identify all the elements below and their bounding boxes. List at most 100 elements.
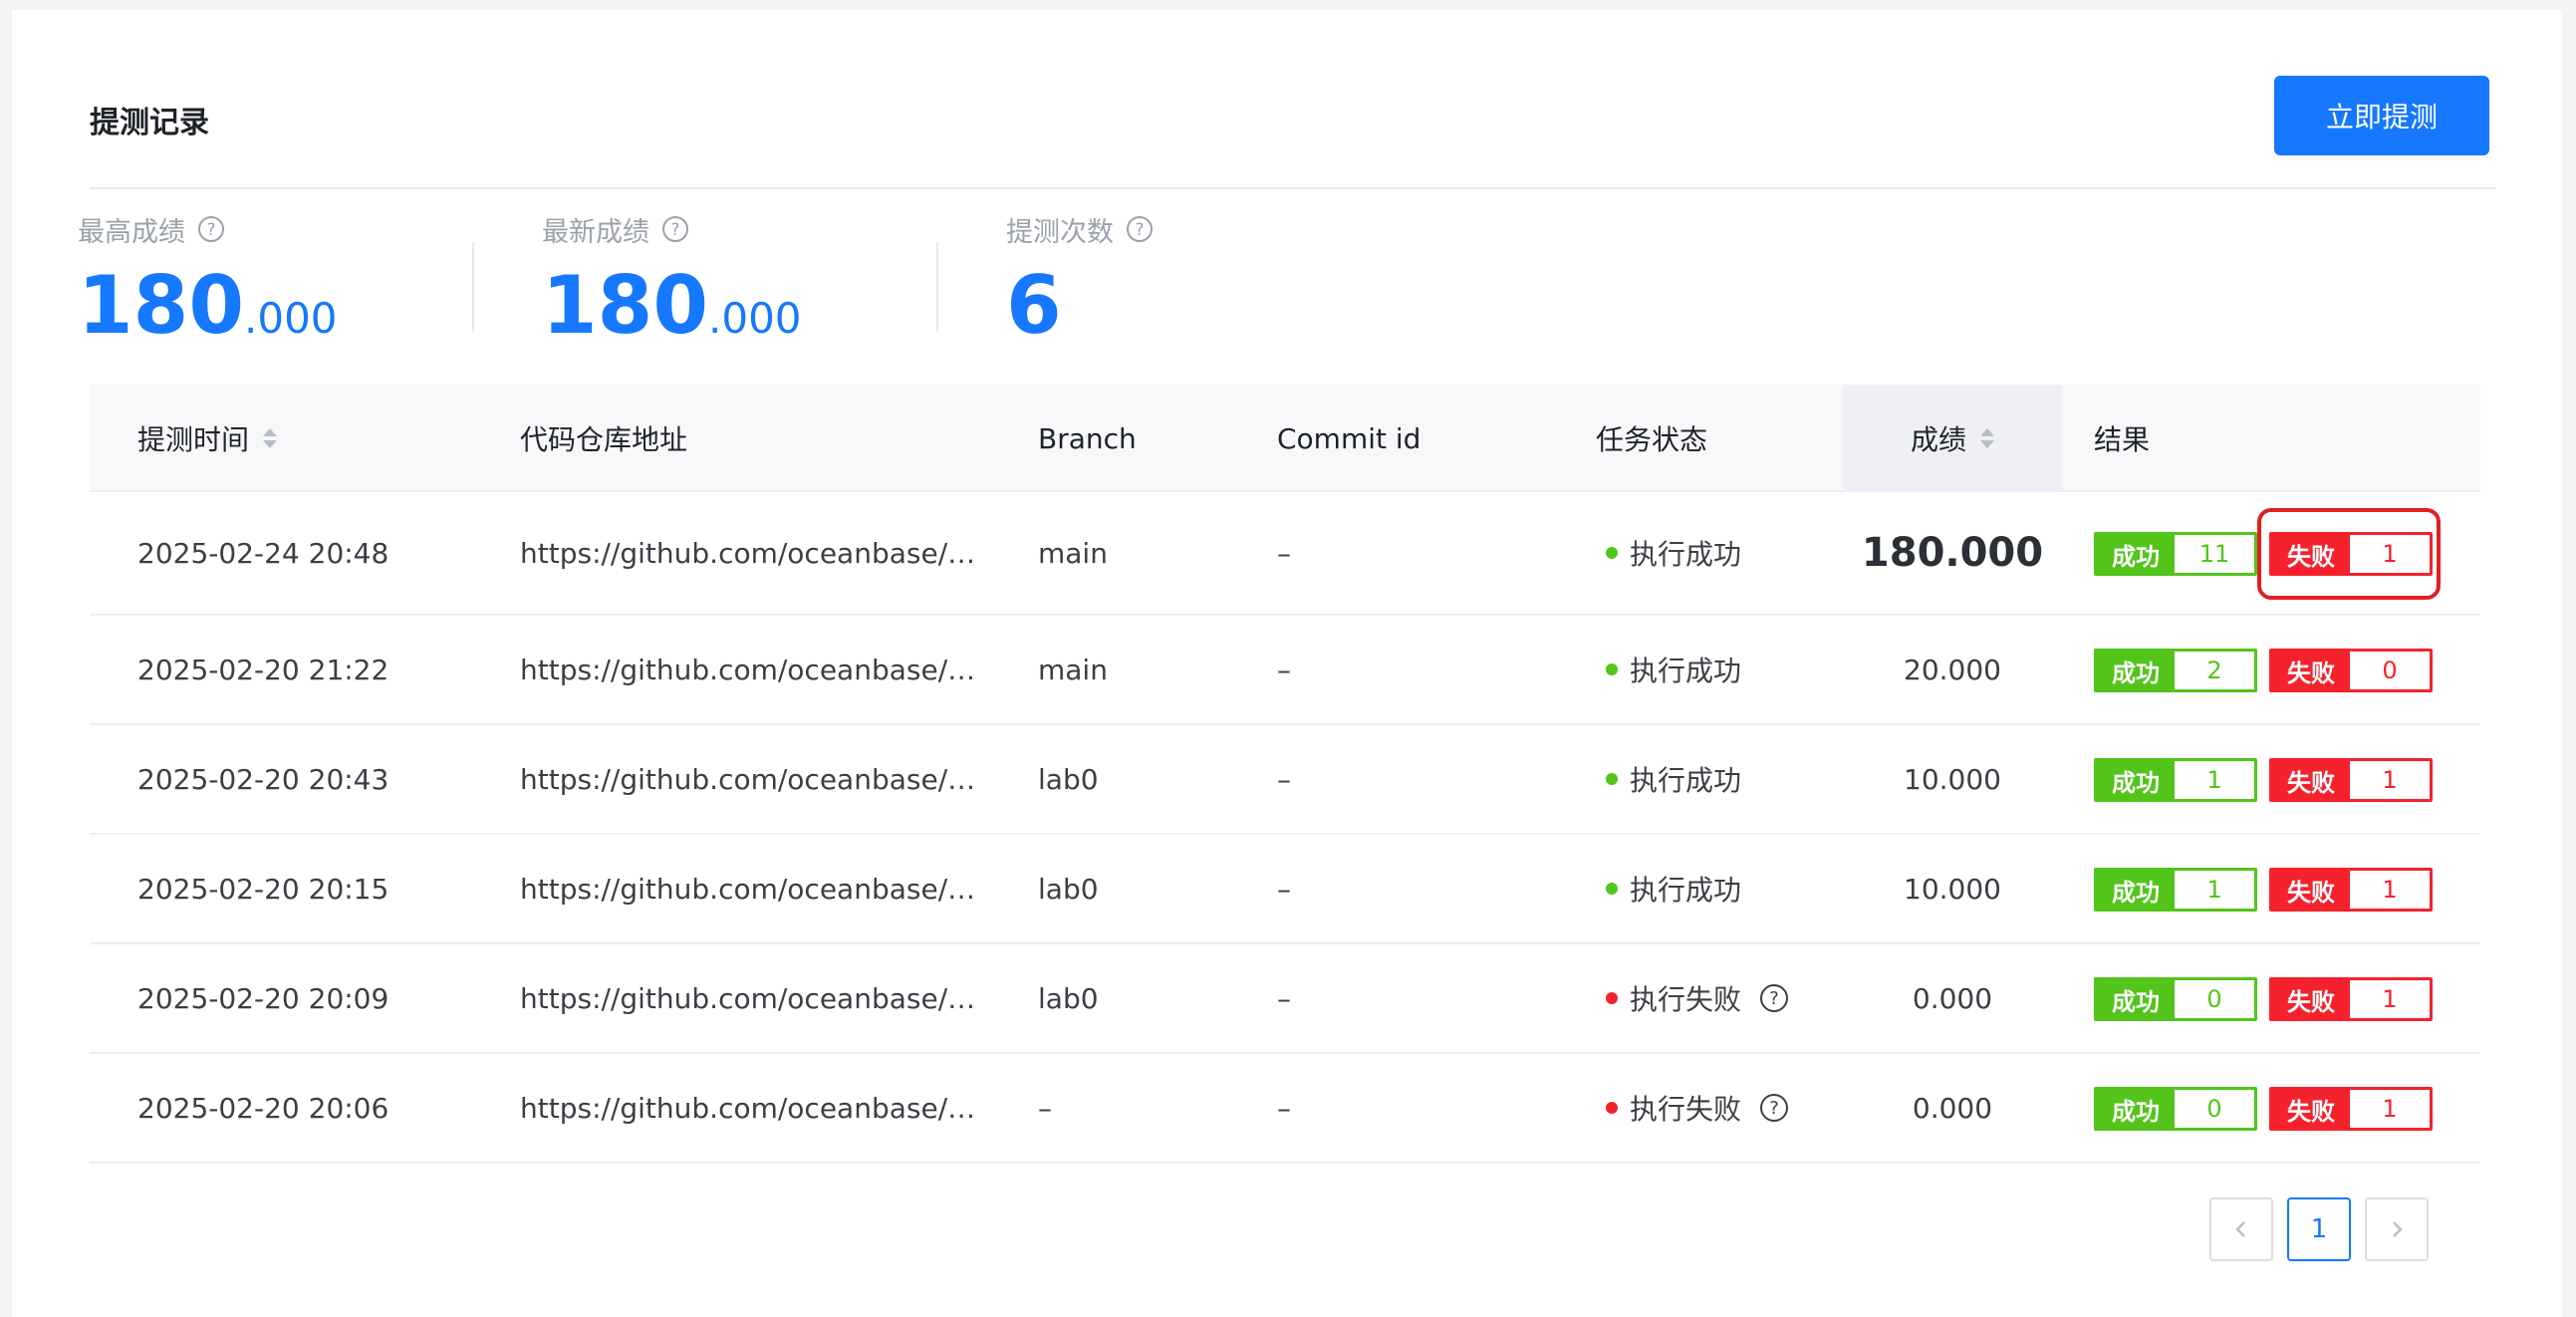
stats-panel: 最高成绩 ? 180.000 最新成绩 ? 180.000 提测次数 ? 6 [78,209,1373,359]
col-header-score[interactable]: 成绩 [1843,385,2062,492]
help-icon[interactable]: ? [197,215,225,243]
badge-label: 成功 [2097,652,2175,689]
stat-test-count: 提测次数 ? 6 [1006,209,1154,359]
badge-label: 失败 [2272,980,2350,1018]
cell-status: 执行成功 [1606,616,1741,723]
table-row: 2025-02-20 21:22 https://github.com/ocean… [90,616,2480,725]
cell-repo[interactable]: https://github.com/oceanbase/… [520,1054,975,1162]
table-row: 2025-02-20 20:09 https://github.com/ocean… [90,944,2480,1054]
stat-label: 提测次数 [1006,216,1114,248]
cell-time: 2025-02-20 20:06 [137,1091,389,1125]
cell-score: 0.000 [1912,1091,1993,1125]
chevron-left-icon[interactable] [2209,1197,2273,1261]
col-header-branch: Branch [1038,421,1137,455]
cell-branch: lab0 [1038,762,1099,796]
cell-status: 执行失败? [1606,1054,1789,1162]
card-header: 提测记录 立即提测 [90,66,2495,189]
cell-repo[interactable]: https://github.com/oceanbase/… [520,835,975,942]
success-count-badge: 成功 2 [2094,649,2257,692]
fail-count-badge: 失败 1 [2269,977,2433,1021]
stat-label: 最新成绩 [542,216,649,248]
sort-icon[interactable] [1980,428,1994,448]
help-icon[interactable]: ? [1759,1093,1789,1123]
stat-value-dec: .000 [708,294,802,343]
success-count-badge: 成功 1 [2094,758,2257,802]
submit-test-button[interactable]: 立即提测 [2274,76,2489,155]
cell-commit: – [1277,1091,1291,1125]
stat-value-int: 180 [78,259,244,352]
cell-repo[interactable]: https://github.com/oceanbase/… [520,616,975,723]
cell-score: 10.000 [1904,762,2001,796]
status-dot [1606,773,1618,785]
badge-value: 1 [2175,871,2254,909]
badge-label: 成功 [2097,1090,2175,1128]
badge-value: 0 [2350,652,2430,689]
badge-value: 11 [2175,535,2254,573]
status-dot [1606,547,1618,559]
cell-time: 2025-02-20 20:43 [137,762,389,796]
badge-label: 成功 [2097,535,2175,573]
cell-score: 180.000 [1861,530,2044,576]
page-button-current[interactable]: 1 [2287,1197,2351,1261]
svg-text:?: ? [1769,1098,1779,1119]
fail-count-badge: 失败 0 [2269,649,2433,692]
badge-value: 1 [2175,761,2254,799]
svg-text:?: ? [1135,220,1144,240]
stat-value-dec: .000 [244,294,338,343]
cell-commit: – [1277,653,1291,686]
sort-icon[interactable] [263,428,278,448]
col-header-result: 结果 [2094,423,2151,456]
table-row: 2025-02-20 20:06 https://github.com/ocean… [90,1054,2480,1164]
col-header-repo: 代码仓库地址 [520,423,688,456]
badge-value: 0 [2175,1090,2254,1128]
badge-value: 0 [2175,980,2254,1018]
cell-commit: – [1277,872,1291,906]
badge-value: 1 [2350,871,2430,909]
cell-repo[interactable]: https://github.com/oceanbase/… [520,492,975,614]
status-text: 执行成功 [1630,538,1742,571]
badge-value: 1 [2350,980,2430,1018]
status-text: 执行成功 [1630,764,1742,797]
cell-status: 执行成功 [1606,492,1741,614]
svg-text:?: ? [1769,988,1779,1009]
badge-value: 2 [2175,652,2254,689]
help-icon[interactable]: ? [1759,983,1789,1013]
badge-value: 1 [2350,761,2430,799]
pagination: 1 [2209,1197,2429,1263]
divider [936,242,938,332]
status-dot [1606,883,1618,895]
col-header-commit: Commit id [1277,421,1421,455]
cell-score: 0.000 [1912,981,1993,1015]
table-row: 2025-02-20 20:15 https://github.com/ocean… [90,835,2480,944]
status-text: 执行成功 [1630,655,1742,687]
col-header-time[interactable]: 提测时间 [137,385,278,492]
stat-value-int: 6 [1006,259,1062,352]
svg-text:?: ? [206,220,215,240]
cell-time: 2025-02-20 20:09 [137,981,389,1015]
cell-status: 执行成功 [1606,835,1741,942]
stat-latest-score: 最新成绩 ? 180.000 [542,209,802,359]
status-text: 执行失败 [1630,983,1742,1016]
success-count-badge: 成功 11 [2094,532,2257,576]
badge-label: 失败 [2272,652,2350,689]
status-dot [1606,992,1618,1004]
chevron-right-icon[interactable] [2365,1197,2429,1261]
cell-commit: – [1277,762,1291,796]
records-table: 提测时间 代码仓库地址 Branch Commit id 任务状态 成绩 结果 … [90,385,2480,1164]
badge-label: 成功 [2097,980,2175,1018]
table-header: 提测时间 代码仓库地址 Branch Commit id 任务状态 成绩 结果 [90,385,2480,492]
cell-branch: – [1038,1091,1052,1125]
svg-text:?: ? [670,220,679,240]
cell-score: 10.000 [1904,872,2001,906]
col-header-status: 任务状态 [1596,423,1708,456]
cell-branch: lab0 [1038,981,1099,1015]
cell-branch: lab0 [1038,872,1099,906]
badge-label: 失败 [2272,871,2350,909]
cell-repo[interactable]: https://github.com/oceanbase/… [520,944,975,1052]
status-text: 执行成功 [1630,874,1742,907]
help-icon[interactable]: ? [1126,215,1154,243]
cell-repo[interactable]: https://github.com/oceanbase/… [520,725,975,833]
badge-label: 成功 [2097,871,2175,909]
cell-score: 20.000 [1904,653,2001,686]
help-icon[interactable]: ? [661,215,689,243]
